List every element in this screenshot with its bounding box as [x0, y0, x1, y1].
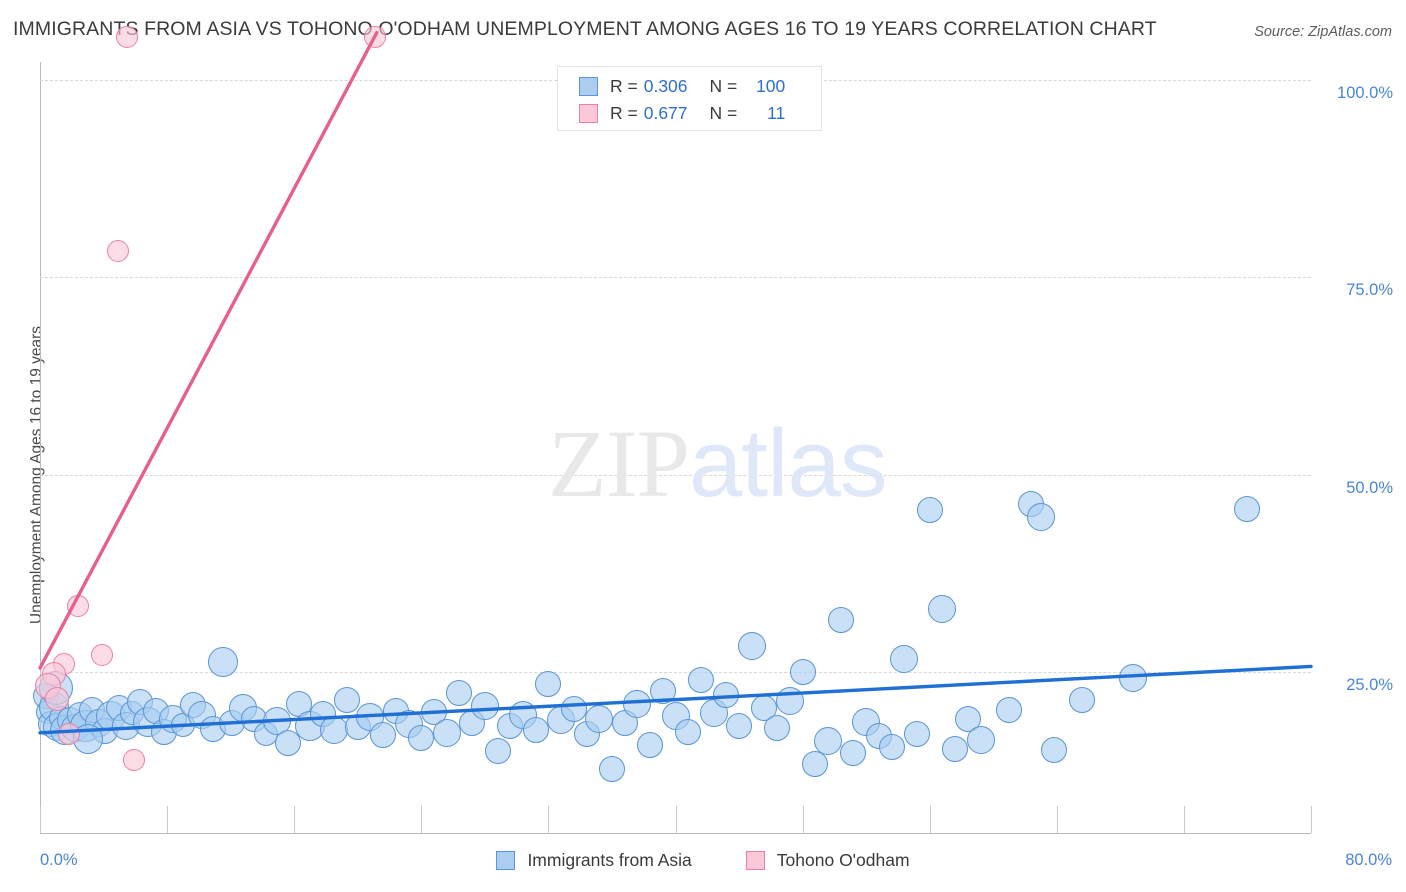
x-axis-line	[40, 833, 1311, 834]
chart-legend: Immigrants from Asia Tohono O'odham	[0, 850, 1406, 871]
data-point	[840, 739, 867, 766]
data-point	[649, 677, 676, 704]
x-tick-80	[1311, 806, 1312, 833]
data-point	[737, 631, 766, 660]
stats-r-value-2: 0.677	[643, 102, 688, 123]
source-attribution: Source: ZipAtlas.com	[1254, 24, 1392, 40]
data-point	[1040, 737, 1067, 764]
data-point	[687, 666, 714, 693]
stats-n-value-2: 11	[767, 102, 786, 123]
stats-r-label-2: R =	[610, 102, 638, 123]
data-point	[623, 689, 652, 718]
stats-n-label-2: N =	[709, 102, 738, 123]
y-axis-label-100.0: 100.0%	[1337, 84, 1393, 102]
data-point	[789, 659, 816, 685]
data-point	[333, 687, 360, 714]
data-point	[814, 727, 843, 756]
data-point	[1119, 664, 1148, 693]
data-point	[446, 680, 473, 707]
data-point	[598, 756, 625, 783]
data-point	[713, 681, 740, 708]
data-point	[827, 606, 854, 633]
data-point	[942, 736, 969, 763]
y-axis-label-25.0: 25.0%	[1346, 676, 1393, 694]
data-point	[726, 712, 753, 739]
data-point	[916, 497, 943, 524]
data-point	[432, 718, 461, 747]
data-point	[67, 594, 90, 617]
data-point	[1026, 502, 1055, 531]
data-point	[116, 25, 139, 48]
data-point	[585, 705, 614, 734]
data-point	[122, 749, 145, 772]
data-point	[775, 687, 804, 716]
data-point	[890, 645, 919, 674]
correlation-stats-box: R = 0.306 N = 100 R = 0.677 N = 11	[557, 66, 822, 131]
stats-r-label-1: R =	[610, 75, 638, 96]
data-point	[675, 718, 702, 745]
y-axis-label-75.0: 75.0%	[1346, 281, 1393, 300]
stats-row-tohono-oodham: R = 0.677 N = 11	[558, 98, 785, 128]
legend-item-immigrants-from-asia[interactable]: Immigrants from Asia	[496, 850, 692, 871]
legend-swatch-tohono-oodham	[745, 851, 765, 870]
data-point	[90, 643, 113, 666]
data-point	[470, 691, 499, 720]
stats-swatch-tohono-oodham	[579, 103, 598, 123]
data-point	[207, 646, 238, 677]
data-point	[996, 696, 1023, 723]
data-point	[928, 594, 957, 623]
stats-r-value-1: 0.306	[643, 75, 688, 96]
data-point	[966, 725, 995, 754]
scatter-plot-area	[33, 25, 1311, 832]
stats-n-value-1: 100	[756, 75, 786, 96]
stats-swatch-immigrants-from-asia	[579, 76, 598, 96]
legend-item-tohono-oodham[interactable]: Tohono O'odham	[745, 850, 910, 871]
data-point	[57, 722, 80, 745]
data-point	[878, 733, 905, 760]
y-axis-label-50.0: 50.0%	[1346, 478, 1393, 497]
data-point	[560, 696, 587, 723]
data-point	[370, 722, 397, 749]
data-point	[535, 670, 562, 697]
data-point	[408, 725, 435, 752]
legend-swatch-immigrants-from-asia	[496, 851, 516, 870]
data-point	[1069, 687, 1096, 714]
stats-n-label-1: N =	[709, 75, 738, 96]
stats-row-immigrants-from-asia: R = 0.306 N = 100	[558, 71, 785, 101]
data-point	[903, 720, 930, 747]
data-point	[364, 25, 387, 48]
data-point	[764, 715, 791, 742]
data-point	[484, 737, 511, 764]
data-point	[637, 731, 664, 758]
legend-label-immigrants-from-asia: Immigrants from Asia	[527, 850, 692, 870]
page-title: IMMIGRANTS FROM ASIA VS TOHONO O'ODHAM U…	[13, 18, 1157, 40]
data-point	[106, 240, 129, 263]
data-point	[319, 716, 348, 745]
legend-label-tohono-oodham: Tohono O'odham	[776, 850, 910, 870]
data-point	[522, 716, 549, 743]
data-point	[1234, 496, 1261, 523]
